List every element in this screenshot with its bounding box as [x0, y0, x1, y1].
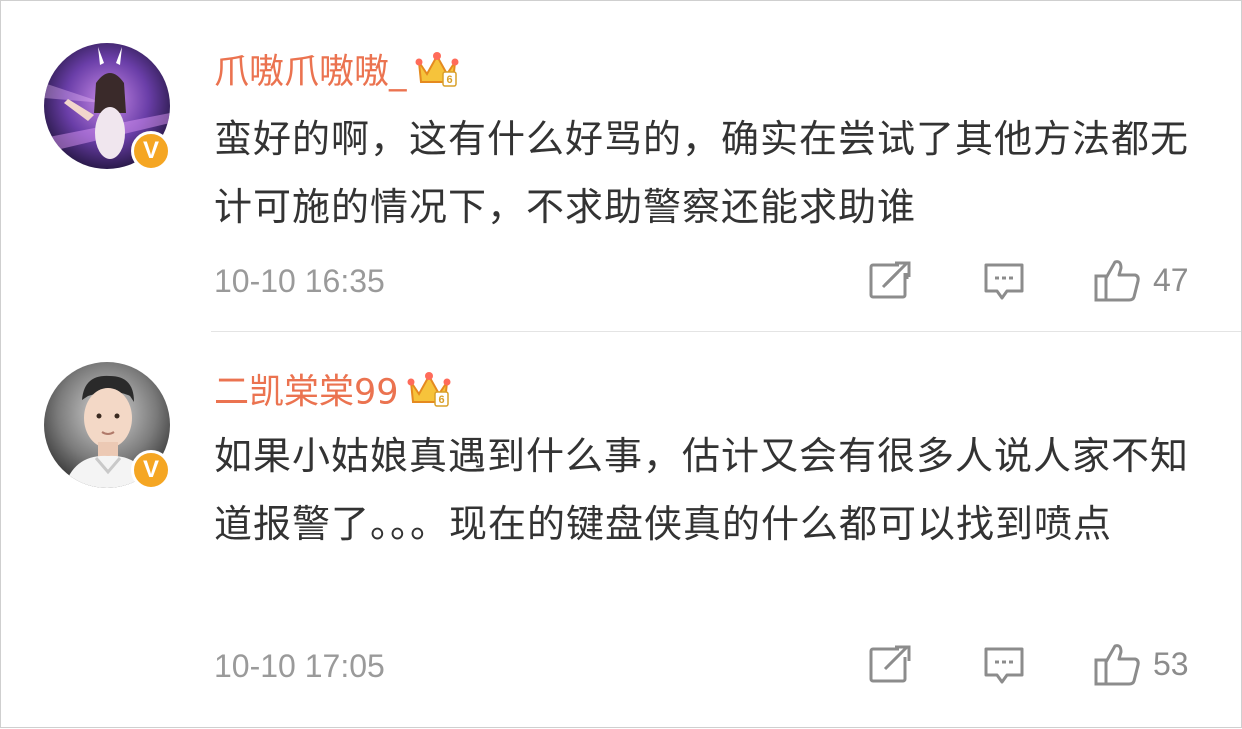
reply-button[interactable]: [983, 261, 1025, 303]
thumbs-up-icon: [1094, 260, 1140, 302]
comment-item: V 二凯棠棠99 6 如果小姑娘真遇到什么事，估计又会有很多人说人家不知道报警了。…: [1, 332, 1242, 729]
like-button[interactable]: 53: [1093, 640, 1189, 688]
share-button[interactable]: [869, 261, 911, 301]
crown-vip-icon: 6: [415, 48, 459, 99]
username-text[interactable]: 爪嗷爪嗷嗷_: [214, 53, 407, 93]
verified-badge: V: [131, 131, 171, 171]
username-text[interactable]: 二凯棠棠99: [214, 373, 399, 413]
like-button[interactable]: 47: [1093, 256, 1189, 304]
comment-text: 如果小姑娘真遇到什么事，估计又会有很多人说人家不知道报警了。。。现在的键盘侠真的…: [214, 434, 1190, 546]
thumbs-up-icon: [1094, 644, 1140, 686]
comment-time: 10-10 17:05: [214, 648, 385, 684]
crown-level: 6: [438, 394, 444, 406]
like-count: 47: [1153, 261, 1189, 298]
share-icon: [869, 645, 911, 683]
comment-icon: [984, 647, 1024, 684]
crown-level: 6: [446, 74, 452, 86]
like-count: 53: [1153, 645, 1189, 682]
comment-text: 蛮好的啊，这有什么好骂的，确实在尝试了其他方法都无计可施的情况下，不求助警察还能…: [214, 117, 1190, 229]
verified-badge: V: [131, 450, 171, 490]
username[interactable]: 二凯棠棠99 6: [214, 368, 451, 419]
share-button[interactable]: [869, 645, 911, 685]
comment-icon: [984, 263, 1024, 300]
username[interactable]: 爪嗷爪嗷嗷_ 6: [214, 48, 459, 99]
comment-time: 10-10 16:35: [214, 263, 385, 299]
crown-vip-icon: 6: [407, 368, 451, 419]
share-icon: [869, 261, 911, 299]
reply-button[interactable]: [983, 645, 1025, 687]
comment-item: V 爪嗷爪嗷嗷_ 6 蛮好的啊，这有什么好骂的，确实在尝试了其他方法都无计可施的情…: [1, 1, 1242, 331]
